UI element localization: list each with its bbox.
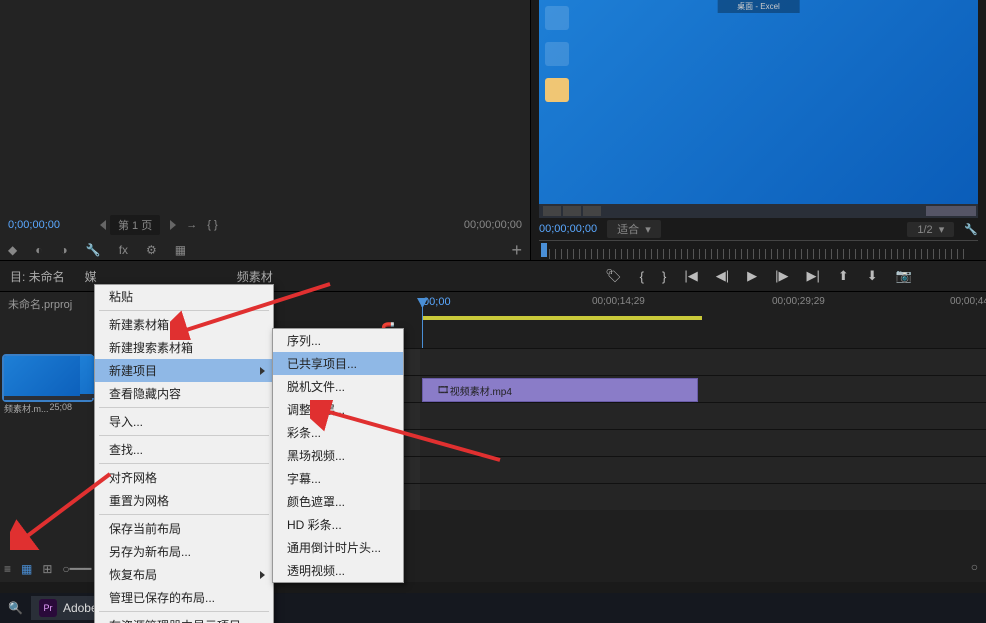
- search-icon[interactable]: 🔍: [8, 601, 23, 615]
- arrow-right-icon[interactable]: →: [186, 219, 197, 231]
- effects-icon[interactable]: fx: [119, 243, 128, 257]
- submenu-black-video[interactable]: 黑场视频...: [273, 444, 403, 467]
- out-icon[interactable]: ◑: [60, 243, 67, 257]
- fit-dropdown[interactable]: 适合 ▾: [607, 220, 661, 238]
- source-timecode-out[interactable]: 00;00;00;00: [464, 219, 522, 231]
- play-button[interactable]: ▶: [747, 268, 757, 284]
- zoom-dropdown[interactable]: 1/2 ▾: [907, 222, 954, 237]
- project-context-menu: 粘贴 新建素材箱 新建搜索素材箱 新建项目 查看隐藏内容 导入... 查找...…: [94, 284, 274, 623]
- source-timecode-in[interactable]: 0;00;00;00: [8, 219, 60, 231]
- zoom-in-icon[interactable]: ○: [971, 560, 978, 574]
- submenu-shared-project[interactable]: 已共享项目...: [273, 352, 403, 375]
- program-timecode[interactable]: 00;00;00;00: [539, 223, 597, 235]
- menu-view-hidden[interactable]: 查看隐藏内容: [95, 382, 273, 405]
- thumb-label: 频素材.m...: [4, 402, 49, 415]
- menu-new-item[interactable]: 新建项目: [95, 359, 273, 382]
- step-fwd-button[interactable]: |▶: [775, 268, 788, 284]
- video-clip[interactable]: 🎞 视频素材.mp4: [422, 378, 698, 402]
- project-tab[interactable]: 目: 未命名: [0, 264, 75, 289]
- mark-out-button[interactable]: }: [662, 269, 666, 284]
- preview-taskbar: [539, 204, 978, 218]
- icon-view-icon[interactable]: ▦: [21, 562, 32, 576]
- in-icon[interactable]: ◐: [35, 243, 42, 257]
- bracket-icon[interactable]: { }: [207, 219, 217, 231]
- menu-reveal-explorer[interactable]: 在资源管理器中显示项目...: [95, 614, 273, 623]
- transport-controls: 🏷 { } |◀ ◀| ▶ |▶ ▶| ⬆ ⬇ 📷: [531, 261, 986, 291]
- program-viewport[interactable]: 桌面 - Excel: [539, 0, 978, 218]
- add-marker-button[interactable]: 🏷: [605, 268, 622, 284]
- desktop-icon: [545, 42, 569, 66]
- menu-new-search-bin[interactable]: 新建搜索素材箱: [95, 336, 273, 359]
- folder-icon: [545, 78, 569, 102]
- menu-new-bin[interactable]: 新建素材箱: [95, 313, 273, 336]
- lift-button[interactable]: ⬆: [838, 268, 849, 284]
- freeform-view-icon[interactable]: ⊞: [42, 562, 52, 576]
- settings-icon[interactable]: ⚙: [146, 243, 157, 257]
- thumb-duration: 25;08: [49, 402, 72, 415]
- submenu-bars[interactable]: 彩条...: [273, 421, 403, 444]
- preview-window-title: 桌面 - Excel: [717, 0, 800, 13]
- add-icon[interactable]: +: [511, 240, 522, 261]
- submenu-countdown[interactable]: 通用倒计时片头...: [273, 536, 403, 559]
- program-monitor-panel: 桌面 - Excel 00;00;00;00 适合 ▾ 1/2 ▾ 🔧 🏷: [531, 0, 986, 260]
- submenu-adjustment-layer[interactable]: 调整图层...: [273, 398, 403, 421]
- menu-reset-grid[interactable]: 重置为网格: [95, 489, 273, 512]
- menu-save-layout[interactable]: 保存当前布局: [95, 517, 273, 540]
- submenu-captions[interactable]: 字幕...: [273, 467, 403, 490]
- step-back-button[interactable]: ◀|: [716, 268, 729, 284]
- prev-page-icon[interactable]: [100, 220, 106, 230]
- next-page-icon[interactable]: [170, 220, 176, 230]
- menu-manage-layouts[interactable]: 管理已保存的布局...: [95, 586, 273, 609]
- menu-import[interactable]: 导入...: [95, 410, 273, 433]
- submenu-sequence[interactable]: 序列...: [273, 329, 403, 352]
- premiere-icon: Pr: [39, 599, 57, 617]
- zoom-slider[interactable]: ○━━━: [62, 562, 91, 576]
- submenu-color-matte[interactable]: 颜色遮罩...: [273, 490, 403, 513]
- program-scrubber[interactable]: [539, 240, 978, 261]
- submenu-hd-bars[interactable]: HD 彩条...: [273, 513, 403, 536]
- export-frame-button[interactable]: 📷: [896, 268, 912, 284]
- list-view-icon[interactable]: ≡: [4, 562, 11, 576]
- source-monitor-panel: 0;00;00;00 第 1 页 → { } 00;00;00;00 ◆ ◐ ◑…: [0, 0, 531, 260]
- menu-restore-layout[interactable]: 恢复布局: [95, 563, 273, 586]
- source-viewport[interactable]: [0, 0, 530, 210]
- go-to-in-button[interactable]: |◀: [684, 268, 697, 284]
- marker-icon[interactable]: ◆: [8, 243, 17, 257]
- submenu-transparent[interactable]: 透明视频...: [273, 559, 403, 582]
- wrench-icon[interactable]: 🔧: [86, 243, 101, 257]
- overlay-icon[interactable]: ▦: [175, 243, 186, 257]
- ruler-tick: 00;00;44;28: [950, 296, 986, 307]
- ruler-tick: 00;00;29;29: [772, 296, 825, 307]
- menu-find[interactable]: 查找...: [95, 438, 273, 461]
- new-item-submenu: 序列... 已共享项目... 脱机文件... 调整图层... 彩条... 黑场视…: [272, 328, 404, 583]
- menu-save-as-layout[interactable]: 另存为新布局...: [95, 540, 273, 563]
- timeline-ruler[interactable]: 00;00;14;29 00;00;29;29 00;00;44;28: [420, 296, 966, 316]
- media-thumb[interactable]: 频素材.m...25;08: [4, 356, 72, 415]
- submenu-offline-file[interactable]: 脱机文件...: [273, 375, 403, 398]
- ruler-tick: 00;00;14;29: [592, 296, 645, 307]
- menu-paste[interactable]: 粘贴: [95, 285, 273, 308]
- work-area-bar[interactable]: [422, 316, 702, 320]
- menu-align-grid[interactable]: 对齐网格: [95, 466, 273, 489]
- desktop-icon: [545, 6, 569, 30]
- mark-in-button[interactable]: {: [640, 269, 644, 284]
- extract-button[interactable]: ⬇: [867, 268, 878, 284]
- page-indicator[interactable]: 第 1 页: [110, 215, 160, 235]
- wrench-icon[interactable]: 🔧: [964, 223, 978, 236]
- go-to-out-button[interactable]: ▶|: [806, 268, 819, 284]
